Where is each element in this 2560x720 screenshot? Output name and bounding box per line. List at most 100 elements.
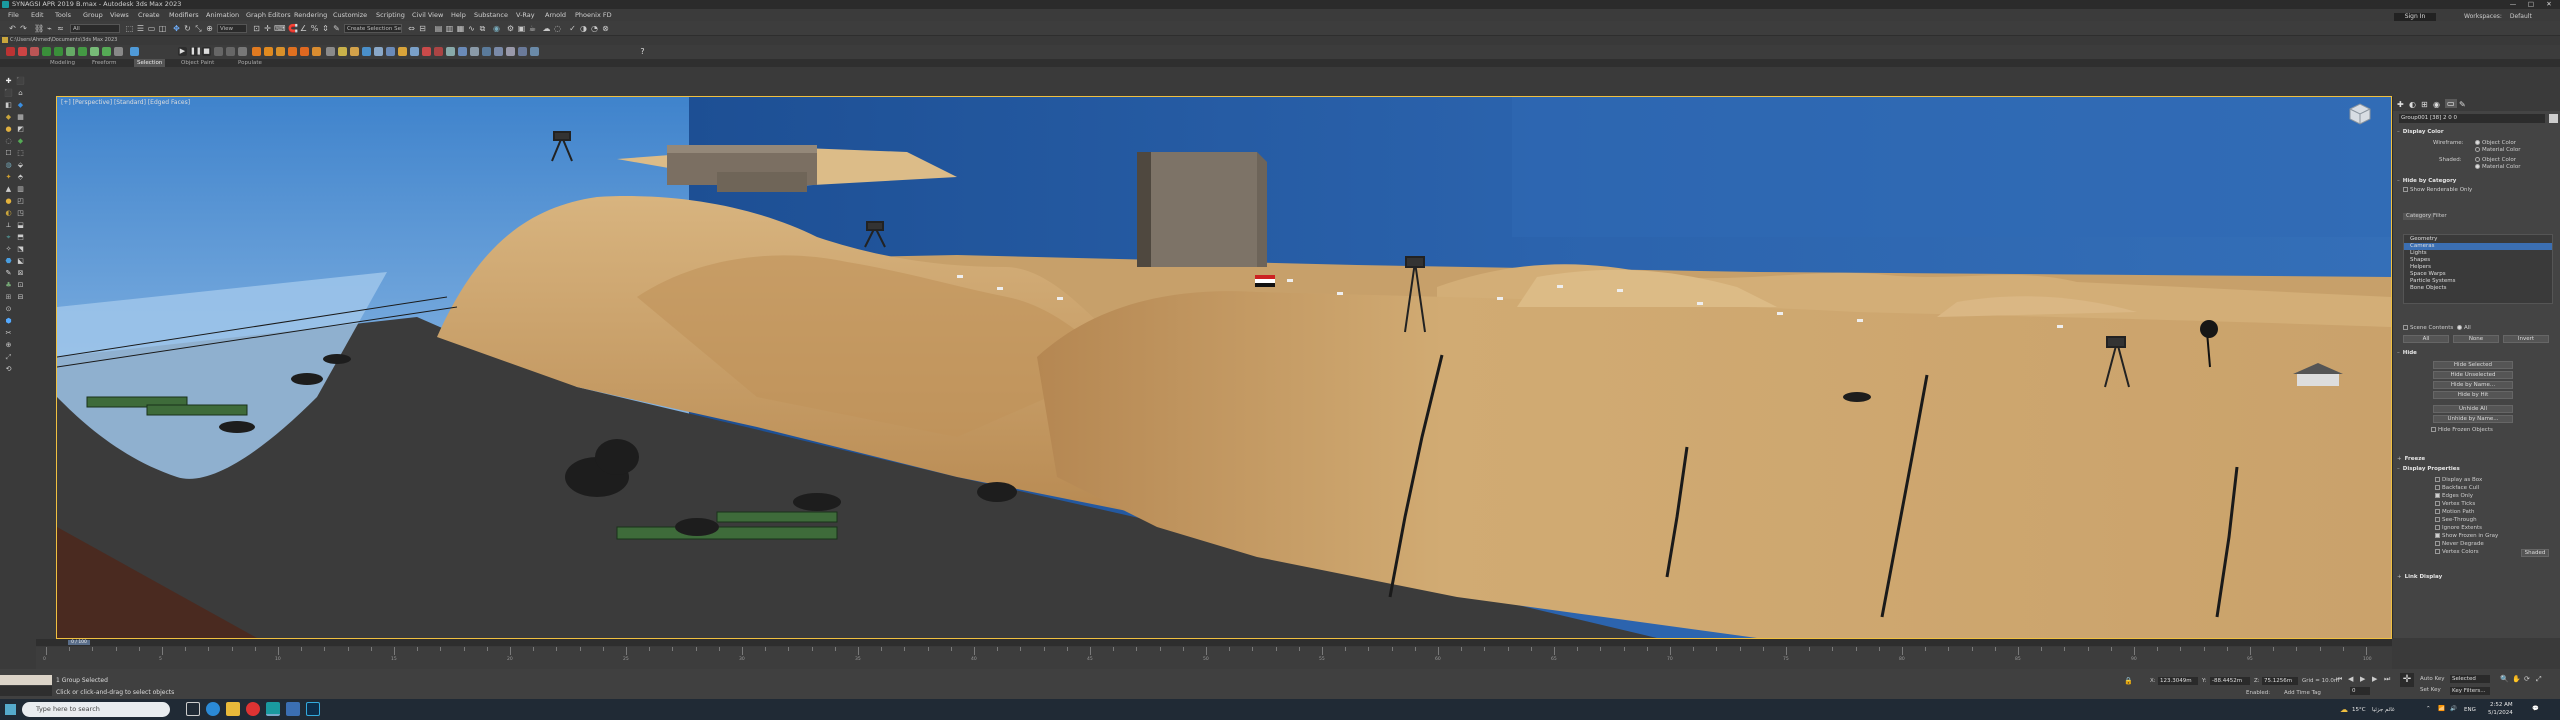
object-color-swatch[interactable] [2549,114,2558,123]
toggle-layer-explorer-icon[interactable]: ▥ [445,24,454,33]
x-field[interactable]: 123.3049m [2158,677,2198,685]
lock-selection-icon[interactable]: 🔒 [2124,677,2133,685]
object-icon[interactable]: ⊙ [4,305,13,313]
selection-filter-dropdown[interactable]: All [70,24,120,33]
object-icon[interactable]: ⌂ [16,89,25,97]
utilities-tab-icon[interactable]: ✎ [2459,100,2466,109]
vertex-ticks[interactable]: Vertex Ticks [2435,501,2475,508]
backface-cull[interactable]: Backface Cull [2435,485,2479,492]
tool-icon[interactable] [238,47,247,56]
select-object-icon[interactable]: ⬚ [125,24,134,33]
object-icon[interactable]: ⬘ [16,173,25,181]
mirror-icon[interactable]: ⇔ [407,24,416,33]
select-manipulate-icon[interactable]: ✛ [263,24,272,33]
object-icon[interactable]: ✂ [4,329,13,337]
object-icon[interactable]: ◧ [4,101,13,109]
object-icon[interactable]: ⊕ [4,341,13,349]
unhide-all-button[interactable]: Unhide All [2433,405,2513,413]
object-icon[interactable]: ✧ [4,245,13,253]
tool-icon[interactable] [326,47,335,56]
menu-tools[interactable]: Tools [55,9,71,21]
edge-browser-icon[interactable] [206,702,220,716]
object-icon[interactable]: ⬕ [16,257,25,265]
tool-icon[interactable] [362,47,371,56]
tool-icon[interactable] [226,47,235,56]
category-bone-objects[interactable]: Bone Objects [2404,285,2552,292]
tool-icon[interactable] [350,47,359,56]
rollout-display-properties[interactable]: – Display Properties [2397,465,2460,473]
show-frozen-in-gray[interactable]: Show Frozen in Gray [2435,533,2498,540]
invert-button[interactable]: Invert [2503,335,2549,343]
tool-icon[interactable] [42,47,51,56]
tool-icon[interactable] [410,47,419,56]
bind-spacewarp-icon[interactable]: ≈ [56,24,65,33]
object-icon[interactable]: ⬛ [16,77,25,85]
object-icon[interactable]: ◰ [16,197,25,205]
tab-modeling[interactable]: Modeling [50,59,75,67]
file-explorer-icon[interactable] [226,702,240,716]
display-tab-icon[interactable]: ▭ [2445,99,2457,108]
clock-date[interactable]: 5/1/2024 [2488,710,2513,716]
material-editor-icon[interactable]: ◉ [492,24,501,33]
menu-file[interactable]: File [8,9,19,21]
workspace-selector[interactable]: Workspaces: Default [2464,13,2556,21]
undo-icon[interactable]: ↶ [8,24,17,33]
category-cameras[interactable]: Cameras [2404,243,2552,250]
rollout-freeze[interactable]: + Freeze [2397,455,2425,463]
percent-snap-icon[interactable]: % [310,24,319,33]
placement-icon[interactable]: ⊕ [205,24,214,33]
key-filters-button[interactable]: Key Filters... [2450,687,2490,695]
tool-icon[interactable] [494,47,503,56]
hide-by-hit-button[interactable]: Hide by Hit [2433,391,2513,399]
object-icon[interactable]: ◍ [4,161,13,169]
tab-filter[interactable]: Filter [2433,213,2447,220]
tool-icon[interactable] [374,47,383,56]
menu-vray[interactable]: V-Ray [516,9,535,21]
tool-icon[interactable] [518,47,527,56]
object-icon[interactable]: ● [4,197,13,205]
wireframe-material-color[interactable]: Material Color [2475,147,2520,154]
play-icon[interactable]: ▶ [178,47,187,56]
photoshop-icon[interactable] [306,702,320,716]
object-icon[interactable]: ▦ [16,113,25,121]
maxscript-listener-input[interactable] [0,675,52,685]
toggle-ribbon-icon[interactable]: ▦ [456,24,465,33]
object-icon[interactable]: ▲ [4,185,13,193]
tab-category[interactable]: Category [2403,213,2435,220]
modify-tab-icon[interactable]: ◐ [2409,100,2416,109]
toggle-scene-explorer-icon[interactable]: ▤ [434,24,443,33]
edit-named-sets-icon[interactable]: ✎ [332,24,341,33]
network-icon[interactable]: 📶 [2438,706,2445,712]
menu-scripting[interactable]: Scripting [376,9,405,21]
tool-icon[interactable] [482,47,491,56]
prev-frame-icon[interactable]: ◀ [2348,675,2353,683]
auto-key-button[interactable]: Auto Key [2420,676,2445,682]
tab-freeform[interactable]: Freeform [92,59,117,67]
menu-views[interactable]: Views [110,9,129,21]
object-name-field[interactable]: Group001 [38] 2 0 0 [2399,114,2545,123]
category-helpers[interactable]: Helpers [2404,264,2552,271]
selected-dropdown[interactable]: Selected [2450,675,2490,683]
object-icon[interactable]: ⟂ [4,221,13,229]
category-space-warps[interactable]: Space Warps [2404,271,2552,278]
redo-icon[interactable]: ↷ [19,24,28,33]
next-frame-icon[interactable]: ▶ [2372,675,2377,683]
vray-ipr-icon[interactable]: ⊗ [601,24,610,33]
hide-frozen-objects[interactable]: Hide Frozen Objects [2431,427,2493,434]
tool-icon[interactable] [386,47,395,56]
edges-only[interactable]: Edges Only [2435,493,2473,500]
vray-vfb-icon[interactable]: ◔ [590,24,599,33]
weather-desc[interactable]: غائم جزئيا [2372,707,2395,713]
orbit-icon[interactable]: ⟳ [2524,675,2530,683]
object-icon[interactable]: ⟲ [4,365,13,373]
object-icon[interactable]: ⊡ [16,281,25,289]
object-icon[interactable]: ⬙ [16,161,25,169]
scene-contents[interactable]: Scene Contents [2403,325,2453,332]
object-icon[interactable]: ◆ [16,101,25,109]
3dsmax-taskbar-icon[interactable] [266,702,280,716]
help-icon[interactable]: ? [638,47,647,56]
category-geometry[interactable]: Geometry [2404,236,2552,243]
spinner-snap-icon[interactable]: ⇕ [321,24,330,33]
select-by-name-icon[interactable]: ☰ [136,24,145,33]
select-ring-icon[interactable] [6,47,15,56]
